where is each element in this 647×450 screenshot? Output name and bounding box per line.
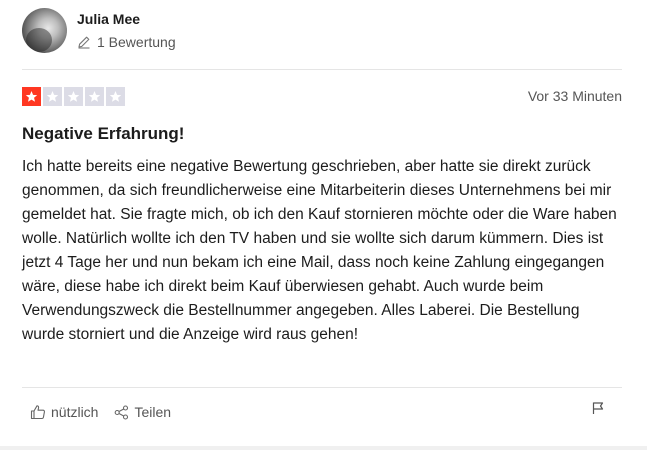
share-label: Teilen [134,404,172,420]
flag-icon [592,402,604,414]
divider [22,69,622,70]
star-rating [22,87,125,106]
star-empty-icon [85,87,104,106]
useful-button[interactable]: nützlich [30,404,98,420]
reviewer-header: Julia Mee 1 Bewertung [22,8,176,53]
avatar[interactable] [22,8,67,53]
review-body: Ich hatte bereits eine negative Bewertun… [22,158,617,343]
review-card: Julia Mee 1 Bewertung Vor 33 Minuten Neg… [0,0,647,450]
review-count: 1 Bewertung [77,34,176,50]
review-title: Negative Erfahrung! [22,124,185,143]
star-filled-icon [22,87,41,106]
review-actions: nützlich Teilen [30,404,171,420]
reviewer-name[interactable]: Julia Mee [77,10,176,28]
report-button[interactable] [591,401,605,420]
star-empty-icon [106,87,125,106]
star-empty-icon [43,87,62,106]
review-timestamp: Vor 33 Minuten [527,88,622,104]
star-empty-icon [64,87,83,106]
share-button[interactable]: Teilen [114,404,171,420]
review-count-label: 1 Bewertung [97,33,176,50]
divider [22,387,622,388]
useful-label: nützlich [51,404,99,420]
pencil-icon [78,36,90,49]
reviewer-meta: Julia Mee 1 Bewertung [77,10,176,50]
section-separator [0,446,647,450]
thumbs-up-icon [30,405,45,420]
share-icon [115,404,129,420]
